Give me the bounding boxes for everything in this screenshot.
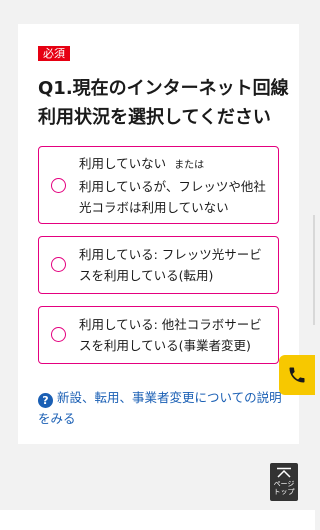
footer-strip: [0, 510, 315, 530]
arrow-up-icon: [277, 467, 291, 478]
option-label: 利用していない または 利用しているが、フレッツや他社光コラボは利用していない: [79, 153, 270, 218]
option-label-detail: 利用しているが、フレッツや他社光コラボは利用していない: [79, 179, 266, 215]
page-top-label: ページ トップ: [273, 480, 295, 496]
help-link-text[interactable]: 新設、転用、事業者変更についての説明をみる: [38, 390, 282, 426]
option-label: 利用している: 他社コラボサービスを利用している(事業者変更): [79, 317, 262, 353]
help-link[interactable]: ? 新設、転用、事業者変更についての説明をみる: [38, 387, 293, 429]
question-title: Q1.現在のインターネット回線利用状況を選択してください: [38, 78, 289, 128]
required-badge: 必須: [38, 46, 70, 61]
option-label-or: または: [174, 160, 205, 171]
scrollbar[interactable]: [313, 215, 315, 325]
option-label-main: 利用していない: [79, 156, 167, 171]
phone-call-button[interactable]: [279, 355, 315, 395]
option-label: 利用している: フレッツ光サービスを利用している(転用): [79, 247, 262, 283]
phone-icon: [289, 367, 305, 383]
page-top-button[interactable]: ページ トップ: [270, 463, 298, 501]
option-not-using[interactable]: 利用していない または 利用しているが、フレッツや他社光コラボは利用していない: [38, 146, 279, 224]
radio-button[interactable]: [51, 257, 66, 272]
question-card: 必須 Q1.現在のインターネット回線利用状況を選択してください 利用していない …: [18, 24, 299, 444]
option-flets-transfer[interactable]: 利用している: フレッツ光サービスを利用している(転用): [38, 236, 279, 294]
radio-button[interactable]: [51, 327, 66, 342]
option-provider-change[interactable]: 利用している: 他社コラボサービスを利用している(事業者変更): [38, 306, 279, 364]
question-circle-icon: ?: [38, 393, 53, 408]
radio-button[interactable]: [51, 178, 66, 193]
